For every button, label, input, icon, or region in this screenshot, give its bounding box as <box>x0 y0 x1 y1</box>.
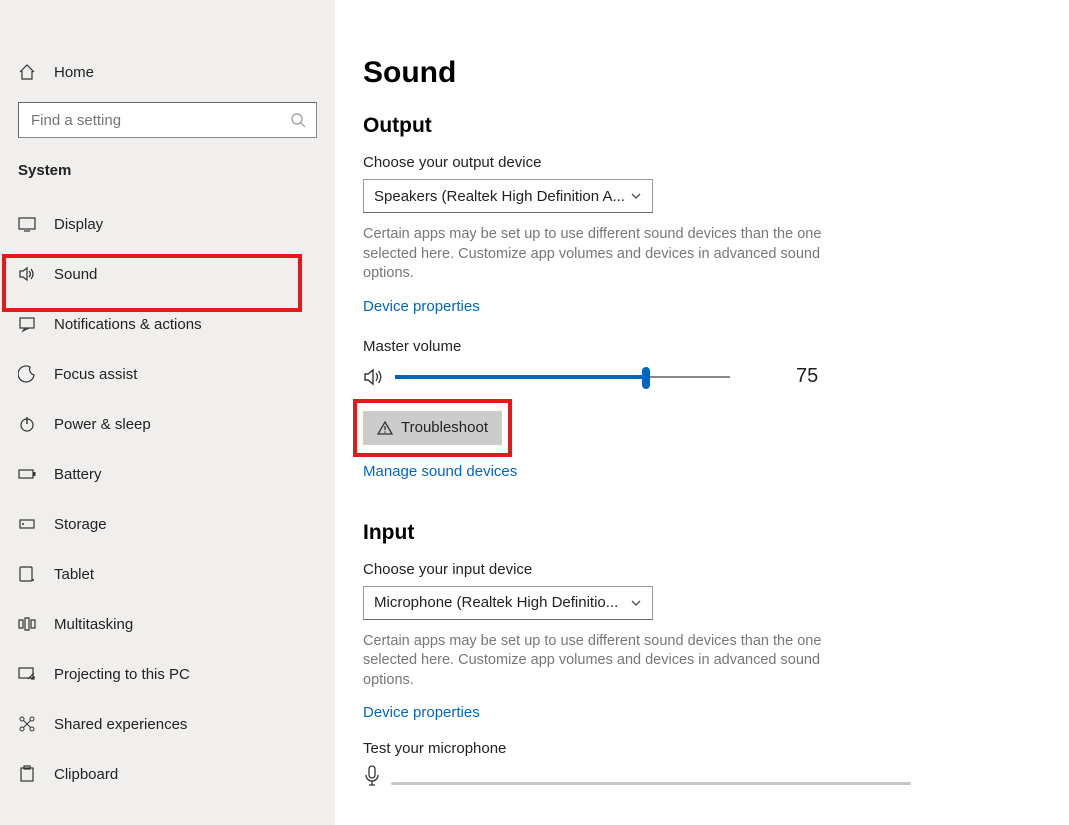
projecting-icon <box>18 665 36 683</box>
output-device-dropdown[interactable]: Speakers (Realtek High Definition A... <box>363 179 653 213</box>
input-device-value: Microphone (Realtek High Definitio... <box>374 594 618 611</box>
sidebar: Home System Display Sound Notifications … <box>0 0 335 825</box>
home-label: Home <box>54 64 94 81</box>
volume-icon[interactable] <box>363 366 385 388</box>
warning-icon <box>377 420 393 436</box>
page-title: Sound <box>363 56 1041 90</box>
troubleshoot-button[interactable]: Troubleshoot <box>363 411 502 445</box>
master-volume-value: 75 <box>796 365 830 388</box>
notifications-icon <box>18 315 36 333</box>
sidebar-item-clipboard[interactable]: Clipboard <box>0 749 335 799</box>
input-choose-label: Choose your input device <box>363 561 1041 578</box>
sidebar-item-display[interactable]: Display <box>0 199 335 249</box>
sidebar-item-shared[interactable]: Shared experiences <box>0 699 335 749</box>
sidebar-group-system: System <box>0 152 335 185</box>
sidebar-item-label: Battery <box>54 466 102 483</box>
sound-icon <box>18 265 36 283</box>
sidebar-item-label: Power & sleep <box>54 416 151 433</box>
chevron-down-icon <box>630 597 642 609</box>
sidebar-item-label: Projecting to this PC <box>54 666 190 683</box>
output-heading: Output <box>363 114 1041 138</box>
multitasking-icon <box>18 615 36 633</box>
output-device-value: Speakers (Realtek High Definition A... <box>374 188 625 205</box>
focus-assist-icon <box>18 365 36 383</box>
microphone-icon <box>363 765 381 787</box>
input-device-properties-link[interactable]: Device properties <box>363 704 480 721</box>
slider-fill <box>395 375 646 379</box>
output-choose-label: Choose your output device <box>363 154 1041 171</box>
home-icon <box>18 63 36 81</box>
sidebar-item-label: Display <box>54 216 103 233</box>
power-icon <box>18 415 36 433</box>
slider-thumb[interactable] <box>642 367 650 389</box>
mic-test-row <box>363 765 1041 787</box>
sidebar-item-label: Sound <box>54 266 97 283</box>
search-box[interactable] <box>18 102 317 138</box>
output-helper-text: Certain apps may be set up to use differ… <box>363 225 833 284</box>
storage-icon <box>18 515 36 533</box>
chevron-down-icon <box>630 190 642 202</box>
input-device-dropdown[interactable]: Microphone (Realtek High Definitio... <box>363 586 653 620</box>
master-volume-row: 75 <box>363 365 1041 389</box>
sidebar-item-label: Focus assist <box>54 366 137 383</box>
sidebar-item-label: Clipboard <box>54 766 118 783</box>
home-nav[interactable]: Home <box>0 50 335 94</box>
content-pane: Sound Output Choose your output device S… <box>335 0 1069 825</box>
master-volume-slider[interactable] <box>395 365 730 389</box>
sidebar-item-projecting[interactable]: Projecting to this PC <box>0 649 335 699</box>
search-icon <box>290 112 306 128</box>
sidebar-item-focus-assist[interactable]: Focus assist <box>0 349 335 399</box>
sidebar-item-label: Tablet <box>54 566 94 583</box>
sidebar-item-tablet[interactable]: Tablet <box>0 549 335 599</box>
sidebar-item-power[interactable]: Power & sleep <box>0 399 335 449</box>
sidebar-item-label: Notifications & actions <box>54 316 202 333</box>
input-heading: Input <box>363 521 1041 545</box>
display-icon <box>18 215 36 233</box>
output-device-properties-link[interactable]: Device properties <box>363 298 480 315</box>
sidebar-item-multitasking[interactable]: Multitasking <box>0 599 335 649</box>
sidebar-item-label: Shared experiences <box>54 716 187 733</box>
battery-icon <box>18 465 36 483</box>
input-helper-text: Certain apps may be set up to use differ… <box>363 632 833 691</box>
clipboard-icon <box>18 765 36 783</box>
sidebar-item-storage[interactable]: Storage <box>0 499 335 549</box>
sidebar-item-notifications[interactable]: Notifications & actions <box>0 299 335 349</box>
sidebar-item-label: Multitasking <box>54 616 133 633</box>
manage-sound-devices-link[interactable]: Manage sound devices <box>363 463 517 480</box>
master-volume-label: Master volume <box>363 338 1041 355</box>
tablet-icon <box>18 565 36 583</box>
search-input[interactable] <box>29 111 290 130</box>
sidebar-nav-list: Display Sound Notifications & actions Fo… <box>0 199 335 799</box>
sidebar-item-sound[interactable]: Sound <box>0 249 335 299</box>
troubleshoot-label: Troubleshoot <box>401 419 488 436</box>
shared-icon <box>18 715 36 733</box>
sidebar-item-battery[interactable]: Battery <box>0 449 335 499</box>
mic-level-meter <box>391 782 911 785</box>
test-mic-label: Test your microphone <box>363 740 1041 757</box>
sidebar-item-label: Storage <box>54 516 107 533</box>
